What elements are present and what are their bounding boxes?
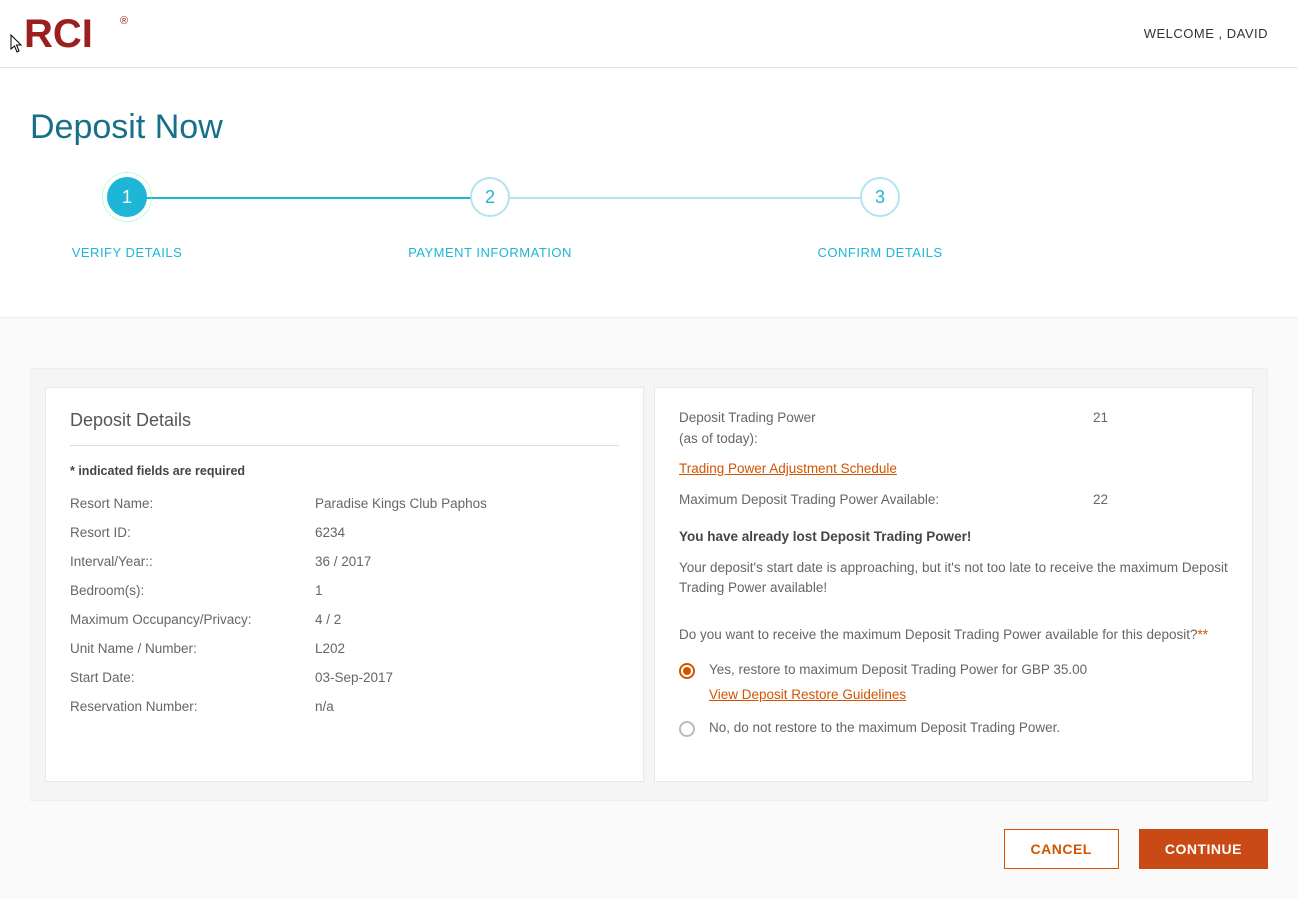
restore-guidelines-link[interactable]: View Deposit Restore Guidelines bbox=[709, 687, 906, 702]
step-label: CONFIRM DETAILS bbox=[780, 245, 980, 260]
step-number: 3 bbox=[875, 187, 885, 208]
row-interval-year: Interval/Year:: 36 / 2017 bbox=[70, 554, 619, 569]
deposit-details-panel: Deposit Details * indicated fields are r… bbox=[45, 387, 644, 782]
option-restore-yes[interactable]: Yes, restore to maximum Deposit Trading … bbox=[679, 662, 1228, 702]
required-note: * indicated fields are required bbox=[70, 464, 619, 478]
field-value: 03-Sep-2017 bbox=[315, 670, 619, 685]
progress-stepper: 1 VERIFY DETAILS 2 PAYMENT INFORMATION 3… bbox=[30, 177, 1268, 277]
step-confirm-details[interactable]: 3 CONFIRM DETAILS bbox=[780, 177, 980, 260]
field-label: Start Date: bbox=[70, 670, 315, 685]
svg-text:RCI: RCI bbox=[24, 13, 93, 55]
row-occupancy: Maximum Occupancy/Privacy: 4 / 2 bbox=[70, 612, 619, 627]
field-value: 1 bbox=[315, 583, 619, 598]
row-reservation: Reservation Number: n/a bbox=[70, 699, 619, 714]
tp-max-value: 22 bbox=[1093, 492, 1108, 507]
row-resort-id: Resort ID: 6234 bbox=[70, 525, 619, 540]
step-number: 1 bbox=[122, 187, 132, 208]
field-value: 36 / 2017 bbox=[315, 554, 619, 569]
field-label: Maximum Occupancy/Privacy: bbox=[70, 612, 315, 627]
radio-unselected-icon[interactable] bbox=[679, 721, 695, 737]
field-label: Resort Name: bbox=[70, 496, 315, 511]
trading-power-panel: Deposit Trading Power 21 (as of today): … bbox=[654, 387, 1253, 782]
field-label: Reservation Number: bbox=[70, 699, 315, 714]
restore-question: Do you want to receive the maximum Depos… bbox=[679, 627, 1228, 642]
trading-power-schedule-link[interactable]: Trading Power Adjustment Schedule bbox=[679, 461, 897, 476]
welcome-text: WELCOME , DAVID bbox=[1144, 26, 1268, 41]
tp-sublabel: (as of today): bbox=[679, 431, 1228, 446]
warning-paragraph: Your deposit's start date is approaching… bbox=[679, 558, 1228, 599]
tp-max-label: Maximum Deposit Trading Power Available: bbox=[679, 492, 939, 507]
field-label: Bedroom(s): bbox=[70, 583, 315, 598]
row-unit: Unit Name / Number: L202 bbox=[70, 641, 619, 656]
cancel-button[interactable]: CANCEL bbox=[1004, 829, 1119, 869]
action-bar: CANCEL CONTINUE bbox=[30, 829, 1268, 869]
step-label: VERIFY DETAILS bbox=[27, 245, 227, 260]
field-value: L202 bbox=[315, 641, 619, 656]
app-header: RCI ® WELCOME , DAVID bbox=[0, 0, 1298, 68]
panel-title: Deposit Details bbox=[70, 410, 619, 446]
step-verify-details[interactable]: 1 VERIFY DETAILS bbox=[27, 177, 227, 260]
row-resort-name: Resort Name: Paradise Kings Club Paphos bbox=[70, 496, 619, 511]
option-label: No, do not restore to the maximum Deposi… bbox=[709, 720, 1060, 735]
step-number: 2 bbox=[485, 187, 495, 208]
step-payment-information[interactable]: 2 PAYMENT INFORMATION bbox=[390, 177, 590, 260]
row-bedrooms: Bedroom(s): 1 bbox=[70, 583, 619, 598]
field-value: 4 / 2 bbox=[315, 612, 619, 627]
continue-button[interactable]: CONTINUE bbox=[1139, 829, 1268, 869]
field-value: n/a bbox=[315, 699, 619, 714]
radio-selected-icon[interactable] bbox=[679, 663, 695, 679]
warning-heading: You have already lost Deposit Trading Po… bbox=[679, 529, 1228, 544]
field-label: Unit Name / Number: bbox=[70, 641, 315, 656]
tp-value: 21 bbox=[1093, 410, 1108, 425]
field-value: 6234 bbox=[315, 525, 619, 540]
content-area: Deposit Details * indicated fields are r… bbox=[0, 317, 1298, 899]
rci-logo[interactable]: RCI ® bbox=[24, 13, 128, 55]
step-label: PAYMENT INFORMATION bbox=[390, 245, 590, 260]
field-value: Paradise Kings Club Paphos bbox=[315, 496, 619, 511]
row-start-date: Start Date: 03-Sep-2017 bbox=[70, 670, 619, 685]
page-title: Deposit Now bbox=[0, 68, 1298, 177]
field-label: Resort ID: bbox=[70, 525, 315, 540]
tp-label: Deposit Trading Power bbox=[679, 410, 816, 425]
option-restore-no[interactable]: No, do not restore to the maximum Deposi… bbox=[679, 720, 1228, 737]
option-label: Yes, restore to maximum Deposit Trading … bbox=[709, 662, 1087, 677]
field-label: Interval/Year:: bbox=[70, 554, 315, 569]
